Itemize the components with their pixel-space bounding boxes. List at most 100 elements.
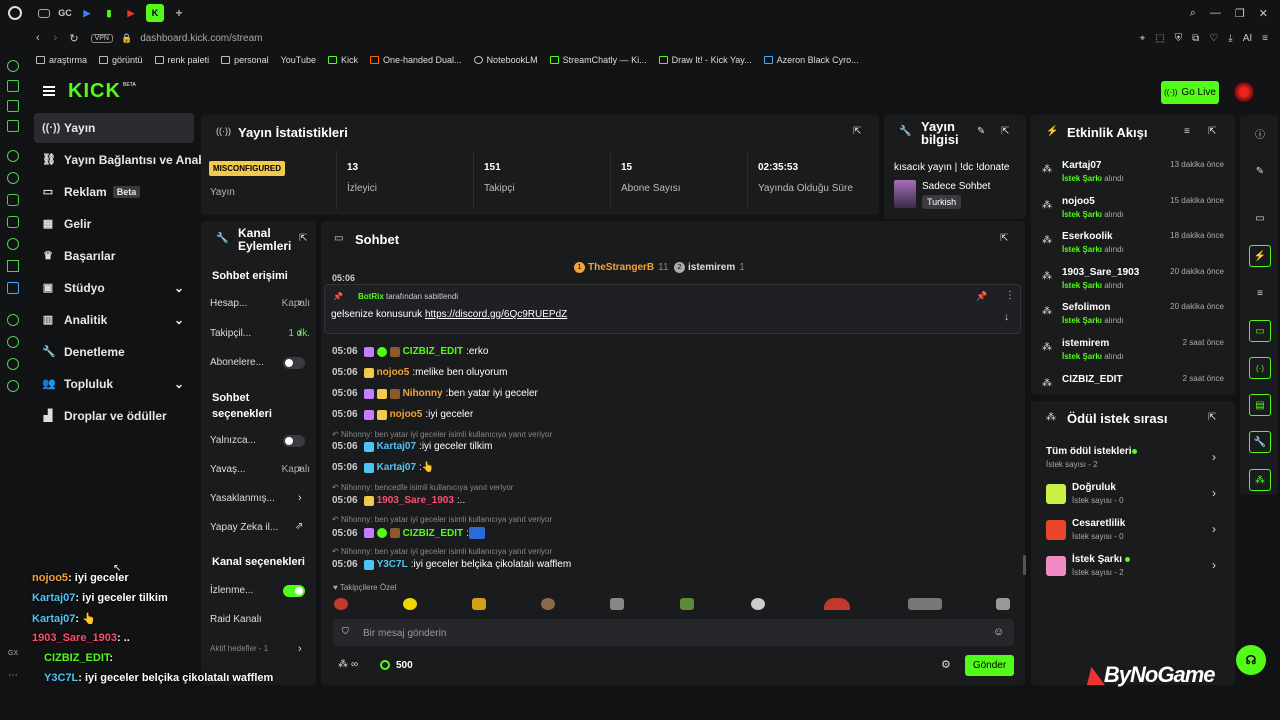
vpn-badge[interactable]: VPN: [90, 33, 113, 43]
bookmark-item[interactable]: araştırma: [36, 55, 87, 65]
chat-message[interactable]: 05:06 CIZBIZ_EDIT: erko: [332, 346, 488, 357]
broadcast-icon[interactable]: (·): [1249, 357, 1271, 379]
kick-logo[interactable]: KICK: [68, 80, 121, 103]
avatar[interactable]: [1234, 82, 1254, 102]
emote[interactable]: [334, 598, 348, 610]
shield-icon[interactable]: ⛨: [1175, 33, 1183, 44]
activity-event[interactable]: ⁂ Eserkoolik İstek Şarkı alındı 18 dakika ö…: [1040, 229, 1228, 263]
expand-icon[interactable]: ⇱: [299, 233, 307, 244]
sidebar-item-achievements[interactable]: ♛ Başarılar: [34, 241, 194, 271]
tab-youtube[interactable]: ▶: [124, 6, 138, 20]
bookmark-item[interactable]: Azeron Black Cyro...: [763, 55, 859, 65]
tiktok-icon[interactable]: [7, 238, 19, 250]
chevron-right-icon[interactable]: ›: [298, 327, 302, 339]
activity-event[interactable]: ⁂ CIZBIZ_EDIT 2 saat önce: [1040, 372, 1228, 392]
history-icon[interactable]: [7, 336, 19, 348]
tab-play[interactable]: ▶: [80, 6, 94, 20]
expand-icon[interactable]: ⇱: [1000, 233, 1008, 244]
list-icon[interactable]: ≡: [1249, 282, 1271, 304]
chat-message[interactable]: 05:06 Kartaj07: iyi geceler tilkim: [332, 441, 492, 452]
collapse-icon[interactable]: ↓: [1004, 312, 1009, 323]
sidebar-item-moderation[interactable]: 🔧 Denetleme: [34, 337, 194, 367]
bookmark-item[interactable]: StreamChatly — Ki...: [549, 55, 647, 65]
close-icon[interactable]: ✕: [1259, 7, 1268, 20]
discord-link[interactable]: https://discord.gg/6Qc9RUEPdZ: [425, 309, 567, 320]
channel-points[interactable]: 500: [396, 660, 413, 671]
account-age-row[interactable]: Hesap... Kapalı: [210, 298, 310, 309]
emote[interactable]: [403, 598, 417, 610]
settings-icon[interactable]: ⚙: [941, 658, 951, 671]
bookmark-item[interactable]: Draw It! - Kick Yay...: [658, 55, 752, 65]
player-icon[interactable]: [7, 314, 19, 326]
chat-message[interactable]: 05:06 Y3C7L: iyi geceler belçika çikolata…: [332, 559, 571, 570]
app-icon[interactable]: [7, 120, 19, 132]
activity-event[interactable]: ⁂ Sefolimon İstek Şarkı alındı 20 dakika ön…: [1040, 300, 1228, 334]
support-button[interactable]: ☊: [1236, 645, 1266, 675]
forward-icon[interactable]: ›: [54, 32, 58, 44]
extensions-icon[interactable]: ⧉: [1192, 33, 1199, 44]
go-live-button[interactable]: ((·)) Go Live: [1161, 81, 1219, 104]
chat-message[interactable]: 05:06 CIZBIZ_EDIT:: [332, 527, 488, 539]
opera-logo-icon[interactable]: [8, 6, 22, 20]
slow-mode-row[interactable]: Yavaş... Kapalı: [210, 464, 310, 475]
send-button[interactable]: Gönder: [965, 655, 1014, 676]
expand-icon[interactable]: ⇱: [1001, 126, 1009, 137]
emote[interactable]: [472, 598, 486, 610]
chevron-right-icon[interactable]: ›: [298, 297, 302, 309]
top-gifter-2[interactable]: 2 istemirem 1: [674, 262, 745, 273]
unpin-icon[interactable]: 📌: [976, 291, 987, 302]
bookmark-item[interactable]: One-handed Dual...: [370, 55, 462, 65]
emote[interactable]: [908, 598, 942, 610]
menu-icon[interactable]: ≡: [1262, 33, 1268, 44]
followers-only-row[interactable]: Takipçil... 1 dk.: [210, 328, 310, 339]
sidebar-item-stream-key[interactable]: ⛓Yayın Bağlantısı ve Anahtarı: [34, 145, 204, 175]
messenger-icon[interactable]: [7, 150, 19, 162]
search-icon[interactable]: ⌕: [1190, 7, 1196, 20]
active-goals-row[interactable]: Aktif hedefler - 1: [210, 644, 310, 653]
activity-event[interactable]: ⁂ 1903_Sare_1903 İstek Şarkı alındı 20 daki…: [1040, 265, 1228, 299]
speed-dial-icon[interactable]: [7, 60, 19, 72]
emote[interactable]: [824, 598, 850, 610]
subscribers-only-toggle[interactable]: [283, 357, 305, 369]
heart-icon[interactable]: ♡: [1209, 33, 1218, 44]
discord-icon[interactable]: [7, 194, 19, 206]
x-icon[interactable]: [7, 260, 19, 272]
chevron-right-icon[interactable]: ›: [298, 492, 302, 504]
bookmark-item[interactable]: görüntü: [99, 55, 143, 65]
expand-icon[interactable]: ⇱: [1208, 126, 1216, 137]
chat-icon[interactable]: ▭: [1249, 320, 1271, 342]
bookmark-item[interactable]: Kick: [327, 55, 358, 65]
stats-icon[interactable]: ▭: [1249, 207, 1271, 229]
settings-icon[interactable]: [7, 380, 19, 392]
emote[interactable]: [680, 598, 694, 610]
filter-icon[interactable]: ≡: [1184, 126, 1190, 137]
emote[interactable]: [751, 598, 765, 610]
reward-all[interactable]: Tüm ödül istekleri İstek sayısı - 2 ›: [1046, 446, 1226, 476]
chevron-right-icon[interactable]: ›: [298, 643, 302, 655]
emote[interactable]: [610, 598, 624, 610]
lightning-icon[interactable]: ⚡: [1249, 245, 1271, 267]
hamburger-menu-icon[interactable]: [43, 86, 55, 96]
top-gifter-1[interactable]: 1 TheStrangerB 11: [574, 262, 669, 273]
chat-message[interactable]: 05:06 nojoo5: melike ben oluyorum: [332, 367, 507, 378]
chat-scrollbar[interactable]: [1023, 555, 1026, 575]
sidebar-item-stream[interactable]: ((·)) Yayın: [34, 113, 194, 143]
chat-message[interactable]: 05:06 1903_Sare_1903: ..: [332, 495, 465, 506]
aria-icon[interactable]: [7, 80, 19, 92]
pin-icon[interactable]: ⌖: [1140, 33, 1146, 44]
activity-event[interactable]: ⁂ nojoo5 İstek Şarkı alındı 15 dakika önce: [1040, 194, 1228, 228]
emoji-icon[interactable]: ☺: [993, 626, 1004, 638]
bookmark-item[interactable]: YouTube: [281, 55, 316, 65]
expand-icon[interactable]: ⇱: [853, 126, 861, 137]
url-field[interactable]: dashboard.kick.com/stream: [140, 33, 262, 44]
back-icon[interactable]: ‹: [36, 32, 40, 44]
banned-words-row[interactable]: Yasaklanmış...: [210, 493, 310, 504]
expand-icon[interactable]: ⇱: [1208, 412, 1216, 423]
reward-icon[interactable]: ⁂: [1249, 469, 1271, 491]
reward-item[interactable]: Doğruluk İstek sayısı - 0 ›: [1046, 482, 1226, 512]
sidebar-item-studio[interactable]: ▣ Stüdyo ⌄: [34, 273, 194, 303]
reward-item[interactable]: Cesaretlilik İstek sayısı - 0 ›: [1046, 518, 1226, 548]
chevron-right-icon[interactable]: ›: [298, 463, 302, 475]
restore-icon[interactable]: ❐: [1235, 7, 1245, 20]
wrench-icon[interactable]: 🔧: [1249, 431, 1271, 453]
